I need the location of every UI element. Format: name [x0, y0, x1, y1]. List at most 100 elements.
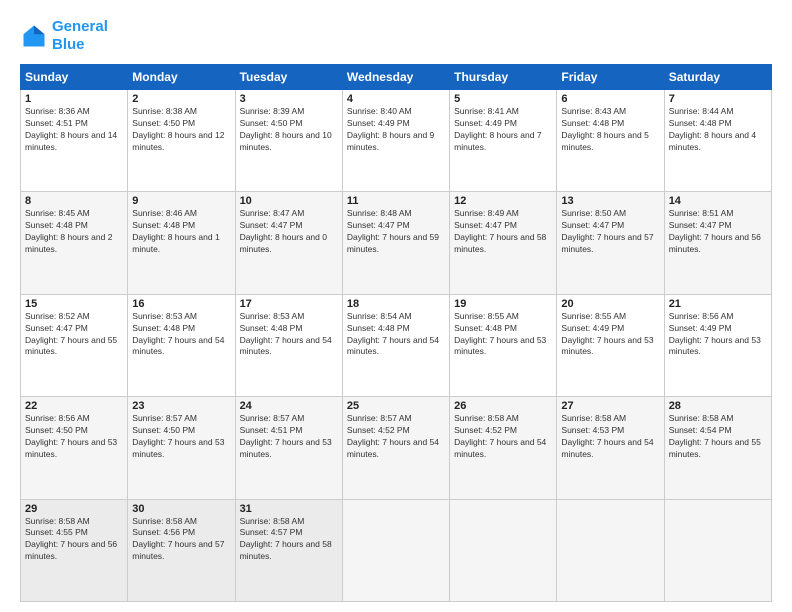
- calendar-week-5: 29 Sunrise: 8:58 AMSunset: 4:55 PMDaylig…: [21, 499, 772, 601]
- calendar-cell: [342, 499, 449, 601]
- calendar-cell: 20 Sunrise: 8:55 AMSunset: 4:49 PMDaylig…: [557, 294, 664, 396]
- calendar-cell: 8 Sunrise: 8:45 AMSunset: 4:48 PMDayligh…: [21, 192, 128, 294]
- calendar-week-3: 15 Sunrise: 8:52 AMSunset: 4:47 PMDaylig…: [21, 294, 772, 396]
- day-info: Sunrise: 8:44 AMSunset: 4:48 PMDaylight:…: [669, 106, 767, 154]
- day-number: 13: [561, 195, 659, 207]
- day-info: Sunrise: 8:52 AMSunset: 4:47 PMDaylight:…: [25, 311, 123, 359]
- day-info: Sunrise: 8:41 AMSunset: 4:49 PMDaylight:…: [454, 106, 552, 154]
- logo-text: General Blue: [52, 18, 108, 54]
- day-info: Sunrise: 8:58 AMSunset: 4:55 PMDaylight:…: [25, 516, 123, 564]
- calendar-cell: 26 Sunrise: 8:58 AMSunset: 4:52 PMDaylig…: [450, 397, 557, 499]
- day-number: 25: [347, 400, 445, 412]
- day-info: Sunrise: 8:51 AMSunset: 4:47 PMDaylight:…: [669, 208, 767, 256]
- day-info: Sunrise: 8:56 AMSunset: 4:50 PMDaylight:…: [25, 413, 123, 461]
- calendar-cell: [450, 499, 557, 601]
- calendar-cell: 31 Sunrise: 8:58 AMSunset: 4:57 PMDaylig…: [235, 499, 342, 601]
- calendar-cell: 10 Sunrise: 8:47 AMSunset: 4:47 PMDaylig…: [235, 192, 342, 294]
- day-info: Sunrise: 8:46 AMSunset: 4:48 PMDaylight:…: [132, 208, 230, 256]
- day-info: Sunrise: 8:38 AMSunset: 4:50 PMDaylight:…: [132, 106, 230, 154]
- day-number: 2: [132, 93, 230, 105]
- calendar-cell: 30 Sunrise: 8:58 AMSunset: 4:56 PMDaylig…: [128, 499, 235, 601]
- calendar-header-row: SundayMondayTuesdayWednesdayThursdayFrid…: [21, 65, 772, 90]
- calendar-cell: [557, 499, 664, 601]
- day-number: 5: [454, 93, 552, 105]
- day-number: 12: [454, 195, 552, 207]
- day-number: 31: [240, 503, 338, 515]
- day-info: Sunrise: 8:49 AMSunset: 4:47 PMDaylight:…: [454, 208, 552, 256]
- calendar-week-2: 8 Sunrise: 8:45 AMSunset: 4:48 PMDayligh…: [21, 192, 772, 294]
- day-number: 23: [132, 400, 230, 412]
- day-info: Sunrise: 8:55 AMSunset: 4:49 PMDaylight:…: [561, 311, 659, 359]
- calendar-cell: 7 Sunrise: 8:44 AMSunset: 4:48 PMDayligh…: [664, 90, 771, 192]
- calendar-cell: 3 Sunrise: 8:39 AMSunset: 4:50 PMDayligh…: [235, 90, 342, 192]
- calendar-cell: 13 Sunrise: 8:50 AMSunset: 4:47 PMDaylig…: [557, 192, 664, 294]
- day-info: Sunrise: 8:58 AMSunset: 4:53 PMDaylight:…: [561, 413, 659, 461]
- calendar-cell: 24 Sunrise: 8:57 AMSunset: 4:51 PMDaylig…: [235, 397, 342, 499]
- day-info: Sunrise: 8:57 AMSunset: 4:52 PMDaylight:…: [347, 413, 445, 461]
- calendar-header-friday: Friday: [557, 65, 664, 90]
- day-number: 30: [132, 503, 230, 515]
- calendar-cell: 14 Sunrise: 8:51 AMSunset: 4:47 PMDaylig…: [664, 192, 771, 294]
- calendar-header-sunday: Sunday: [21, 65, 128, 90]
- calendar-cell: 1 Sunrise: 8:36 AMSunset: 4:51 PMDayligh…: [21, 90, 128, 192]
- day-info: Sunrise: 8:48 AMSunset: 4:47 PMDaylight:…: [347, 208, 445, 256]
- calendar-cell: 15 Sunrise: 8:52 AMSunset: 4:47 PMDaylig…: [21, 294, 128, 396]
- day-number: 21: [669, 298, 767, 310]
- calendar-cell: [664, 499, 771, 601]
- calendar-header-monday: Monday: [128, 65, 235, 90]
- day-info: Sunrise: 8:58 AMSunset: 4:56 PMDaylight:…: [132, 516, 230, 564]
- calendar-cell: 22 Sunrise: 8:56 AMSunset: 4:50 PMDaylig…: [21, 397, 128, 499]
- day-number: 7: [669, 93, 767, 105]
- header: General Blue: [20, 18, 772, 54]
- day-info: Sunrise: 8:57 AMSunset: 4:50 PMDaylight:…: [132, 413, 230, 461]
- calendar-cell: 23 Sunrise: 8:57 AMSunset: 4:50 PMDaylig…: [128, 397, 235, 499]
- day-info: Sunrise: 8:54 AMSunset: 4:48 PMDaylight:…: [347, 311, 445, 359]
- day-number: 17: [240, 298, 338, 310]
- calendar-cell: 18 Sunrise: 8:54 AMSunset: 4:48 PMDaylig…: [342, 294, 449, 396]
- calendar-cell: 16 Sunrise: 8:53 AMSunset: 4:48 PMDaylig…: [128, 294, 235, 396]
- calendar-cell: 12 Sunrise: 8:49 AMSunset: 4:47 PMDaylig…: [450, 192, 557, 294]
- day-info: Sunrise: 8:45 AMSunset: 4:48 PMDaylight:…: [25, 208, 123, 256]
- calendar-cell: 2 Sunrise: 8:38 AMSunset: 4:50 PMDayligh…: [128, 90, 235, 192]
- day-number: 28: [669, 400, 767, 412]
- day-number: 6: [561, 93, 659, 105]
- day-number: 14: [669, 195, 767, 207]
- calendar-cell: 17 Sunrise: 8:53 AMSunset: 4:48 PMDaylig…: [235, 294, 342, 396]
- day-number: 26: [454, 400, 552, 412]
- day-number: 16: [132, 298, 230, 310]
- day-number: 20: [561, 298, 659, 310]
- day-info: Sunrise: 8:39 AMSunset: 4:50 PMDaylight:…: [240, 106, 338, 154]
- day-info: Sunrise: 8:53 AMSunset: 4:48 PMDaylight:…: [132, 311, 230, 359]
- calendar-header-tuesday: Tuesday: [235, 65, 342, 90]
- day-number: 11: [347, 195, 445, 207]
- day-number: 1: [25, 93, 123, 105]
- day-info: Sunrise: 8:58 AMSunset: 4:57 PMDaylight:…: [240, 516, 338, 564]
- day-info: Sunrise: 8:53 AMSunset: 4:48 PMDaylight:…: [240, 311, 338, 359]
- day-number: 3: [240, 93, 338, 105]
- calendar-cell: 25 Sunrise: 8:57 AMSunset: 4:52 PMDaylig…: [342, 397, 449, 499]
- calendar-cell: 5 Sunrise: 8:41 AMSunset: 4:49 PMDayligh…: [450, 90, 557, 192]
- day-info: Sunrise: 8:43 AMSunset: 4:48 PMDaylight:…: [561, 106, 659, 154]
- day-info: Sunrise: 8:55 AMSunset: 4:48 PMDaylight:…: [454, 311, 552, 359]
- day-number: 24: [240, 400, 338, 412]
- calendar-cell: 6 Sunrise: 8:43 AMSunset: 4:48 PMDayligh…: [557, 90, 664, 192]
- day-number: 4: [347, 93, 445, 105]
- day-number: 22: [25, 400, 123, 412]
- calendar-week-1: 1 Sunrise: 8:36 AMSunset: 4:51 PMDayligh…: [21, 90, 772, 192]
- calendar-cell: 19 Sunrise: 8:55 AMSunset: 4:48 PMDaylig…: [450, 294, 557, 396]
- day-number: 9: [132, 195, 230, 207]
- calendar-cell: 29 Sunrise: 8:58 AMSunset: 4:55 PMDaylig…: [21, 499, 128, 601]
- calendar-cell: 4 Sunrise: 8:40 AMSunset: 4:49 PMDayligh…: [342, 90, 449, 192]
- day-info: Sunrise: 8:58 AMSunset: 4:52 PMDaylight:…: [454, 413, 552, 461]
- day-info: Sunrise: 8:47 AMSunset: 4:47 PMDaylight:…: [240, 208, 338, 256]
- day-info: Sunrise: 8:57 AMSunset: 4:51 PMDaylight:…: [240, 413, 338, 461]
- logo: General Blue: [20, 18, 108, 54]
- day-number: 10: [240, 195, 338, 207]
- calendar-table: SundayMondayTuesdayWednesdayThursdayFrid…: [20, 64, 772, 602]
- calendar-header-wednesday: Wednesday: [342, 65, 449, 90]
- day-info: Sunrise: 8:36 AMSunset: 4:51 PMDaylight:…: [25, 106, 123, 154]
- logo-icon: [20, 22, 48, 50]
- day-number: 29: [25, 503, 123, 515]
- calendar-cell: 28 Sunrise: 8:58 AMSunset: 4:54 PMDaylig…: [664, 397, 771, 499]
- day-number: 15: [25, 298, 123, 310]
